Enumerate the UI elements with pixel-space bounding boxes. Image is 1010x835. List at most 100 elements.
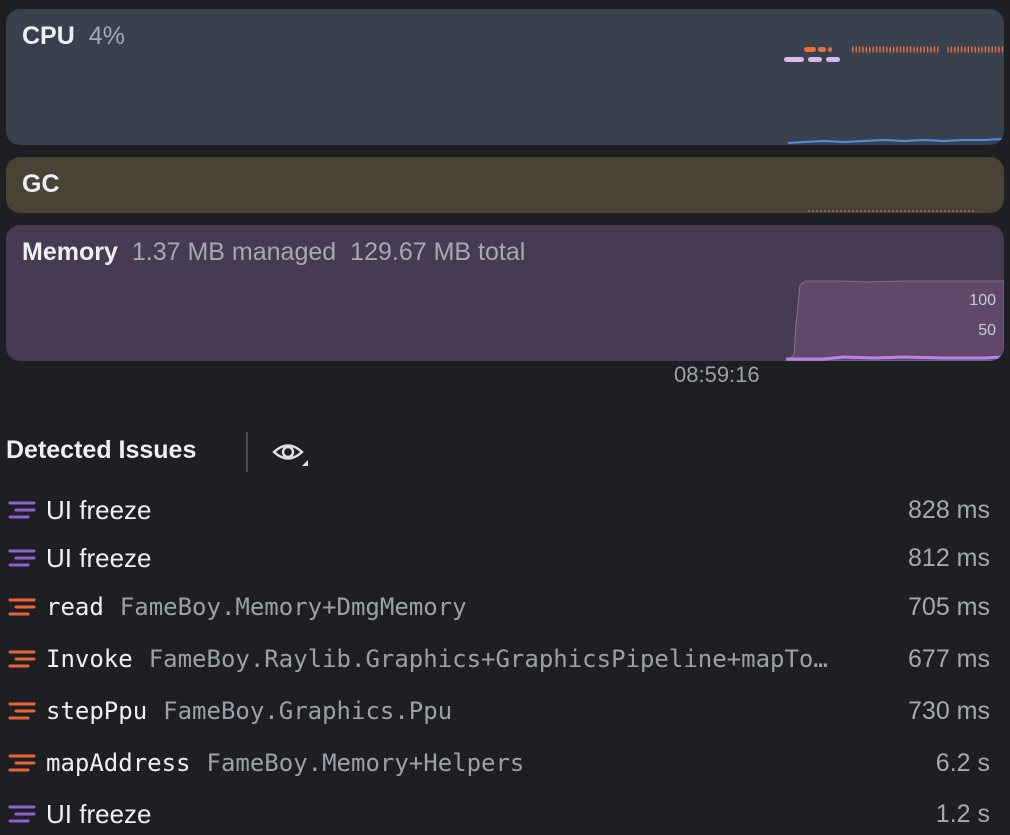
cpu-activity-mark: [828, 47, 832, 52]
cpu-activity-mark: [947, 46, 949, 53]
cpu-usage-line: [787, 138, 1003, 144]
cpu-activity-mark: [865, 46, 868, 53]
memory-axis-label-100: 100: [969, 292, 996, 309]
issue-row[interactable]: Invoke FameBoy.Raylib.Graphics+GraphicsP…: [6, 639, 990, 679]
issue-row[interactable]: UI freeze 828 ms: [6, 490, 990, 530]
cpu-activity-mark: [920, 46, 922, 53]
issue-row[interactable]: UI freeze 812 ms: [6, 538, 990, 578]
cpu-activity-mark: [852, 46, 854, 53]
issue-duration: 1.2 s: [935, 799, 990, 828]
cpu-activity-mark: [909, 46, 912, 53]
cpu-activity-mark: [886, 46, 888, 53]
cpu-activity-mark: [862, 46, 864, 53]
issue-duration: 677 ms: [908, 644, 990, 673]
cpu-activity-mark: [879, 46, 881, 53]
issue-duration: 730 ms: [908, 696, 990, 725]
ui-freeze-icon: [8, 805, 36, 823]
gc-graph: [808, 210, 974, 212]
cpu-activity-mark: [858, 46, 861, 53]
cpu-activity-mark: [930, 46, 932, 53]
gc-title: GC: [22, 170, 60, 198]
hot-method-icon: [8, 754, 36, 772]
hot-method-icon: [8, 702, 36, 720]
hot-method-icon: [8, 598, 36, 616]
cpu-activity-mark: [896, 46, 898, 53]
issue-row[interactable]: UI freeze 1.2 s: [6, 794, 990, 834]
cpu-activity-mark: [869, 46, 871, 53]
cpu-activity-mark: [926, 46, 929, 53]
cpu-activity-mark: [872, 46, 874, 53]
issue-duration: 812 ms: [908, 543, 990, 572]
issues-header: Detected Issues: [6, 430, 326, 474]
cpu-activity-mark: [903, 46, 905, 53]
issue-row[interactable]: read FameBoy.Memory+DmgMemory 705 ms: [6, 587, 990, 627]
issue-row[interactable]: mapAddress FameBoy.Memory+Helpers 6.2 s: [6, 743, 990, 783]
eye-icon: [272, 444, 308, 466]
issue-detail: FameBoy.Memory+DmgMemory: [119, 593, 467, 621]
cpu-activity-mark: [889, 46, 891, 53]
cpu-activity-mark: [994, 46, 997, 53]
cpu-activity-mark: [882, 46, 885, 53]
issue-name: read: [46, 593, 104, 621]
ui-freeze-icon: [8, 549, 36, 567]
cpu-header: CPU 4%: [22, 22, 125, 51]
cpu-activity-mark: [784, 57, 804, 62]
cpu-activity-mark: [1001, 46, 1004, 53]
cpu-activity-mark: [950, 46, 953, 53]
cpu-activity-mark: [991, 46, 993, 53]
cpu-title: CPU: [22, 22, 75, 50]
issue-duration: 828 ms: [908, 495, 990, 524]
cpu-activity-mark: [977, 46, 980, 53]
memory-axis-label-50: 50: [978, 322, 996, 339]
cpu-activity-mark: [967, 46, 970, 53]
cpu-activity-mark: [875, 46, 878, 53]
cpu-value: 4%: [88, 22, 125, 50]
cpu-graph: [784, 46, 1004, 144]
issue-name: Invoke: [46, 645, 133, 673]
cpu-activity-mark: [954, 46, 956, 53]
cpu-activity-mark: [906, 46, 908, 53]
cpu-panel[interactable]: CPU 4%: [6, 9, 1004, 145]
ui-freeze-icon: [8, 501, 36, 519]
cpu-activity-mark: [988, 46, 990, 53]
cpu-activity-mark: [818, 47, 826, 52]
issue-name: stepPpu: [46, 697, 148, 725]
cpu-activity-mark: [923, 46, 925, 53]
cpu-activity-mark: [998, 46, 1000, 53]
issue-name: UI freeze: [46, 542, 152, 573]
memory-panel[interactable]: Memory 1.37 MB managed 129.67 MB total 1…: [6, 225, 1004, 361]
cpu-activity-mark: [960, 46, 963, 53]
cpu-activity-mark: [899, 46, 902, 53]
memory-total: 129.67 MB total: [350, 238, 526, 266]
cpu-activity-mark: [808, 57, 822, 62]
memory-header: Memory 1.37 MB managed 129.67 MB total: [22, 238, 525, 267]
cpu-activity-mark: [964, 46, 966, 53]
header-divider: [246, 432, 248, 472]
issue-detail: FameBoy.Raylib.Graphics+GraphicsPipeline…: [148, 645, 828, 673]
cpu-activity-mark: [933, 46, 936, 53]
cpu-activity-mark: [957, 46, 959, 53]
issue-name: UI freeze: [46, 494, 152, 525]
cpu-activity-mark: [804, 47, 816, 52]
timeline-timestamp: 08:59:16: [674, 362, 760, 387]
gc-header: GC: [22, 170, 60, 199]
issue-name: UI freeze: [46, 798, 152, 829]
gc-panel[interactable]: GC: [6, 157, 1004, 213]
memory-managed: 1.37 MB managed: [131, 238, 337, 266]
cpu-activity-mark: [826, 57, 840, 62]
issue-name: mapAddress: [46, 749, 191, 777]
issue-row[interactable]: stepPpu FameBoy.Graphics.Ppu 730 ms: [6, 691, 990, 731]
issue-duration: 6.2 s: [935, 748, 990, 777]
cpu-activity-mark: [855, 46, 857, 53]
issue-detail: FameBoy.Graphics.Ppu: [163, 697, 453, 725]
memory-title: Memory: [22, 238, 118, 266]
cpu-activity-mark: [916, 46, 919, 53]
cpu-activity-mark: [892, 46, 895, 53]
issues-title: Detected Issues: [6, 436, 197, 464]
cpu-activity-mark: [971, 46, 973, 53]
visibility-filter-button[interactable]: [270, 436, 312, 470]
cpu-activity-mark: [984, 46, 987, 53]
issue-detail: FameBoy.Memory+Helpers: [206, 749, 525, 777]
issue-duration: 705 ms: [908, 592, 990, 621]
cpu-activity-marks: [784, 46, 1004, 62]
